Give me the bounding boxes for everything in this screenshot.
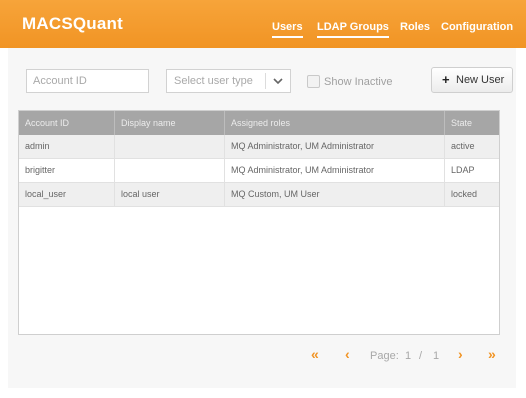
page-label: Page: (370, 350, 399, 362)
users-table: Account ID Display name Assigned roles S… (18, 110, 500, 335)
app-header: MACSQuant Users LDAP Groups Roles Config… (0, 0, 526, 48)
nav-users[interactable]: Users (272, 21, 303, 38)
cell-account-id: admin (19, 135, 115, 158)
app-title: MACSQuant (22, 14, 123, 33)
table-row[interactable]: local_user local user MQ Custom, UM User… (19, 183, 499, 207)
last-page-icon[interactable]: » (488, 346, 496, 362)
column-header-display-name[interactable]: Display name (115, 111, 225, 135)
column-header-assigned-roles[interactable]: Assigned roles (225, 111, 445, 135)
nav-roles[interactable]: Roles (400, 21, 430, 33)
nav-ldap-groups[interactable]: LDAP Groups (317, 21, 389, 38)
plus-icon: + (442, 72, 450, 87)
page-current: 1 (405, 350, 412, 362)
show-inactive-label: Show Inactive (324, 76, 393, 88)
user-type-select-value: Select user type (174, 75, 253, 87)
table-row[interactable]: brigitter MQ Administrator, UM Administr… (19, 159, 499, 183)
page-total: 1 (433, 350, 440, 362)
select-divider (265, 73, 266, 89)
cell-state: locked (451, 189, 478, 199)
page-separator: / (419, 350, 423, 362)
chevron-down-icon (273, 78, 283, 85)
column-header-account-id[interactable]: Account ID (19, 111, 115, 135)
cell-assigned-roles: MQ Custom, UM User (225, 183, 445, 206)
show-inactive-checkbox[interactable] (307, 75, 320, 88)
cell-assigned-roles: MQ Administrator, UM Administrator (225, 135, 445, 158)
table-header: Account ID Display name Assigned roles S… (19, 111, 499, 135)
next-page-icon[interactable]: › (458, 346, 463, 362)
cell-display-name (115, 159, 225, 182)
cell-state: LDAP (451, 165, 475, 175)
account-id-input[interactable] (26, 69, 149, 93)
cell-account-id: brigitter (19, 159, 115, 182)
cell-account-id: local_user (19, 183, 115, 206)
previous-page-icon[interactable]: ‹ (345, 346, 350, 362)
cell-state: active (451, 141, 475, 151)
first-page-icon[interactable]: « (311, 346, 319, 362)
table-row[interactable]: admin MQ Administrator, UM Administrator… (19, 135, 499, 159)
cell-display-name: local user (115, 183, 225, 206)
cell-display-name (115, 135, 225, 158)
new-user-label: New User (456, 74, 505, 86)
column-header-state[interactable]: State (445, 111, 499, 135)
new-user-button[interactable]: + New User (431, 67, 513, 93)
user-type-select[interactable]: Select user type (166, 69, 291, 93)
cell-assigned-roles: MQ Administrator, UM Administrator (225, 159, 445, 182)
nav-configuration[interactable]: Configuration (441, 21, 513, 33)
